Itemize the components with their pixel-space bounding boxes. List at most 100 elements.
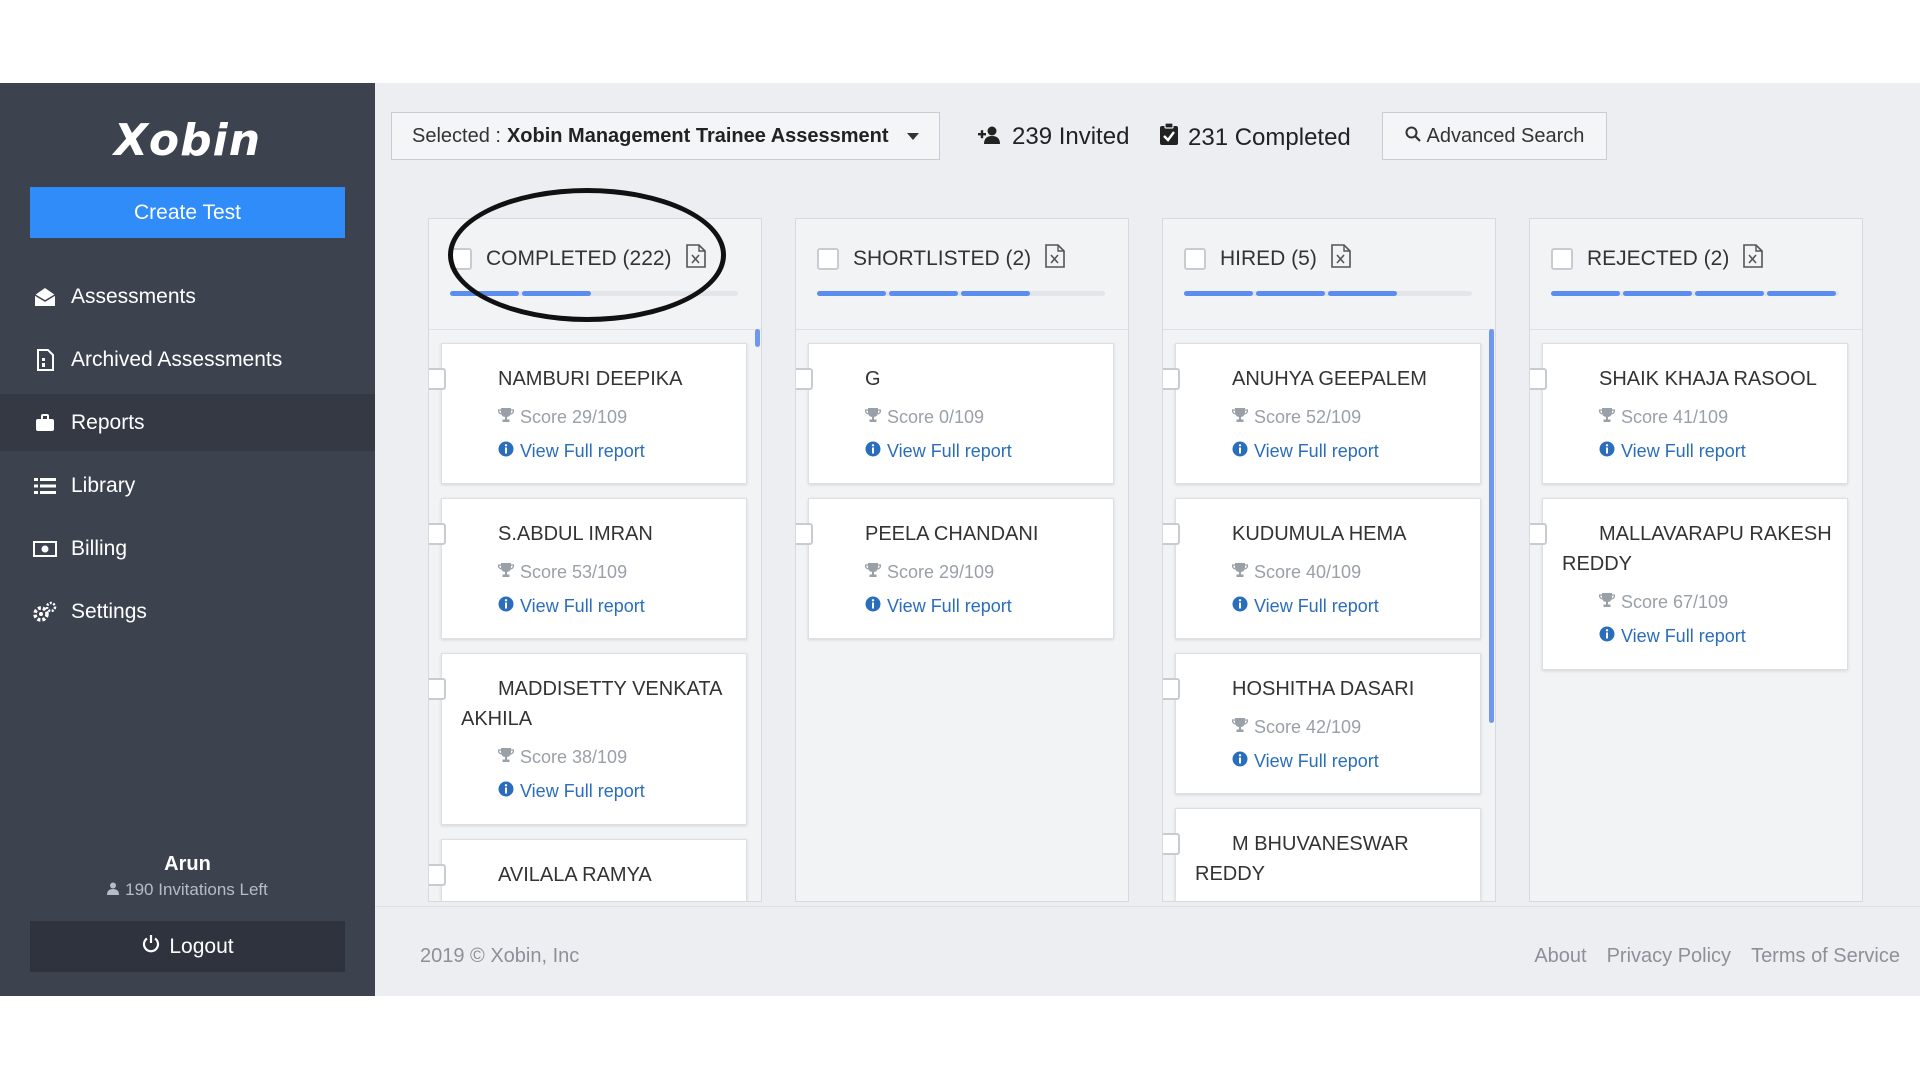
- candidate-card[interactable]: AVILALA RAMYA: [429, 839, 747, 901]
- candidate-checkbox[interactable]: [429, 368, 446, 390]
- excel-export-icon[interactable]: [1331, 244, 1351, 274]
- column-header: HIRED (5): [1163, 219, 1495, 330]
- candidate-card[interactable]: KUDUMULA HEMA Score 40/109 View Full rep…: [1163, 498, 1481, 639]
- candidate-name: PEELA CHANDANI: [865, 523, 1039, 545]
- sidebar-item-billing[interactable]: Billing: [0, 520, 375, 577]
- create-test-button[interactable]: Create Test: [30, 187, 345, 238]
- excel-export-icon[interactable]: [1743, 244, 1764, 274]
- candidate-checkbox[interactable]: [1163, 678, 1180, 700]
- progress-segment: [1328, 291, 1397, 296]
- sidebar-item-settings[interactable]: Settings: [0, 583, 375, 640]
- candidate-card[interactable]: G Score 0/109 View Full report: [796, 343, 1114, 484]
- sidebar-item-assessments[interactable]: Assessments: [0, 268, 375, 325]
- candidate-card[interactable]: M BHUVANESWAR REDDY: [1163, 808, 1481, 901]
- candidate-checkbox[interactable]: [796, 368, 813, 390]
- candidate-score: Score 42/109: [1254, 717, 1362, 737]
- excel-export-icon[interactable]: [1045, 244, 1065, 274]
- view-full-report-link[interactable]: View Full report: [498, 781, 645, 802]
- user-name: Arun: [164, 853, 211, 875]
- selected-prefix: Selected :: [412, 124, 501, 147]
- selected-assessment: Xobin Management Trainee Assessment: [506, 124, 889, 147]
- candidate-checkbox[interactable]: [1163, 833, 1180, 855]
- candidate-card[interactable]: SHAIK KHAJA RASOOL Score 41/109 View Ful…: [1530, 343, 1848, 484]
- select-all-checkbox[interactable]: [817, 248, 839, 270]
- candidate-card[interactable]: S.ABDUL IMRAN Score 53/109 View Full rep…: [429, 498, 747, 639]
- progress-segment: [889, 291, 958, 296]
- gears-icon: [33, 601, 57, 622]
- sidebar: Xobin Create Test Assessments Archived A…: [0, 83, 375, 996]
- trophy-icon: [497, 747, 515, 768]
- view-full-report-link[interactable]: View Full report: [865, 596, 1012, 617]
- view-full-report-link[interactable]: View Full report: [865, 441, 1012, 462]
- footer-link-about[interactable]: About: [1534, 945, 1586, 968]
- candidate-card[interactable]: ANUHYA GEEPALEM Score 52/109 View Full r…: [1163, 343, 1481, 484]
- info-icon: [498, 441, 514, 462]
- candidate-checkbox[interactable]: [1530, 523, 1547, 545]
- candidate-card[interactable]: NAMBURI DEEPIKA Score 29/109 View Full r…: [429, 343, 747, 484]
- candidate-card[interactable]: MADDISETTY VENKATA AKHILA Score 38/109 V…: [429, 653, 747, 825]
- candidate-card[interactable]: MALLAVARAPU RAKESH REDDY Score 67/109 Vi…: [1530, 498, 1848, 670]
- app-window: Xobin Create Test Assessments Archived A…: [0, 83, 1920, 996]
- column-header: COMPLETED (222): [429, 219, 761, 330]
- candidate-checkbox[interactable]: [1530, 368, 1547, 390]
- progress-segment: [817, 291, 886, 296]
- trophy-icon: [1598, 592, 1616, 613]
- view-full-report-link[interactable]: View Full report: [1599, 626, 1746, 647]
- view-full-report-link[interactable]: View Full report: [1232, 751, 1379, 772]
- trophy-icon: [1231, 717, 1249, 738]
- candidate-card[interactable]: HOSHITHA DASARI Score 42/109 View Full r…: [1163, 653, 1481, 794]
- candidate-name: G: [865, 368, 881, 390]
- candidate-name: ANUHYA GEEPALEM: [1232, 368, 1427, 390]
- scrollbar-thumb[interactable]: [755, 329, 760, 347]
- candidate-score: Score 40/109: [1254, 562, 1362, 582]
- select-all-checkbox[interactable]: [1184, 248, 1206, 270]
- sidebar-item-library[interactable]: Library: [0, 457, 375, 514]
- candidate-name: KUDUMULA HEMA: [1232, 523, 1407, 545]
- footer-link-terms-of-service[interactable]: Terms of Service: [1751, 945, 1900, 968]
- candidate-checkbox[interactable]: [1163, 368, 1180, 390]
- view-full-report-link[interactable]: View Full report: [498, 596, 645, 617]
- candidate-score: Score 29/109: [887, 562, 995, 582]
- assessment-selector[interactable]: Selected : Xobin Management Trainee Asse…: [391, 112, 940, 160]
- report-label: View Full report: [1254, 596, 1379, 616]
- view-full-report-link[interactable]: View Full report: [1232, 441, 1379, 462]
- progress-segment: [522, 291, 591, 296]
- view-full-report-link[interactable]: View Full report: [498, 441, 645, 462]
- candidate-name: NAMBURI DEEPIKA: [498, 368, 683, 390]
- advanced-search-button[interactable]: Advanced Search: [1382, 112, 1607, 160]
- candidate-score: Score 53/109: [520, 562, 628, 582]
- logout-button[interactable]: Logout: [30, 921, 345, 972]
- select-all-checkbox[interactable]: [1551, 248, 1573, 270]
- briefcase-icon: [33, 413, 57, 433]
- list-icon: [33, 476, 57, 496]
- report-label: View Full report: [1254, 441, 1379, 461]
- progress-segment: [1551, 291, 1620, 296]
- report-label: View Full report: [520, 596, 645, 616]
- progress-bar: [817, 291, 1105, 296]
- sidebar-item-reports[interactable]: Reports: [0, 394, 375, 451]
- info-icon: [1232, 751, 1248, 772]
- user-icon: [107, 880, 120, 900]
- search-icon: [1405, 125, 1421, 148]
- xobin-logo[interactable]: Xobin: [0, 115, 375, 166]
- candidate-checkbox[interactable]: [429, 678, 446, 700]
- footer-link-privacy-policy[interactable]: Privacy Policy: [1607, 945, 1731, 968]
- sidebar-item-archived-assessments[interactable]: Archived Assessments: [0, 331, 375, 388]
- select-all-checkbox[interactable]: [450, 248, 472, 270]
- archive-doc-icon: [33, 348, 57, 371]
- candidate-checkbox[interactable]: [429, 523, 446, 545]
- progress-segment: [1695, 291, 1764, 296]
- column-title: COMPLETED (222): [486, 247, 672, 270]
- scrollbar-thumb[interactable]: [1489, 329, 1494, 723]
- user-info: Arun 190 Invitations Left: [0, 853, 375, 900]
- excel-export-icon[interactable]: [685, 244, 706, 274]
- candidate-checkbox[interactable]: [429, 864, 446, 886]
- candidate-checkbox[interactable]: [796, 523, 813, 545]
- view-full-report-link[interactable]: View Full report: [1232, 596, 1379, 617]
- candidate-score: Score 0/109: [887, 407, 985, 427]
- candidate-checkbox[interactable]: [1163, 523, 1180, 545]
- candidate-name: SHAIK KHAJA RASOOL: [1599, 368, 1817, 390]
- candidate-card[interactable]: PEELA CHANDANI Score 29/109 View Full re…: [796, 498, 1114, 639]
- view-full-report-link[interactable]: View Full report: [1599, 441, 1746, 462]
- sidebar-item-label: Assessments: [71, 284, 196, 308]
